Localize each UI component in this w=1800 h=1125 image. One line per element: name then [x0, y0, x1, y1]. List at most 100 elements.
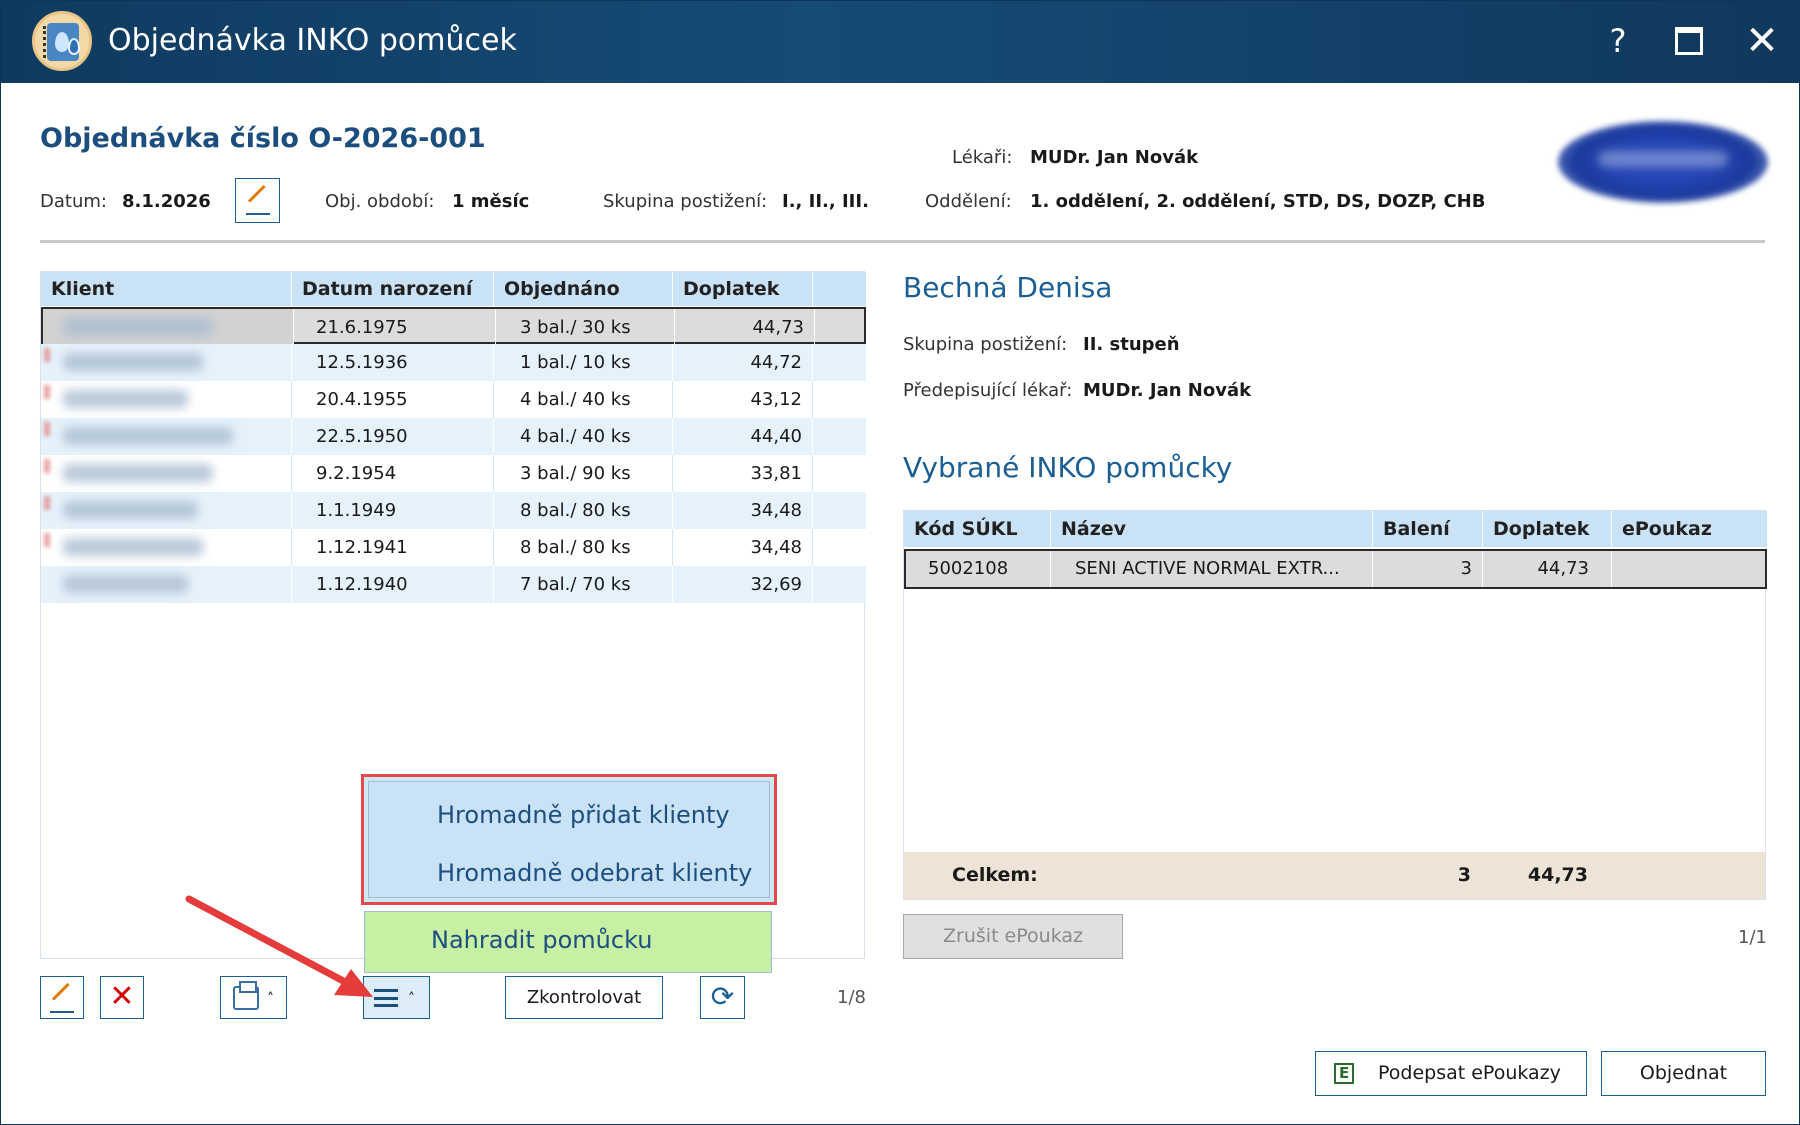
table-row[interactable]: 12.5.1936 1 bal./ 10 ks 44,72 — [41, 344, 866, 381]
column-header-epoukaz[interactable]: ePoukaz — [1612, 511, 1767, 547]
surcharge-cell: 34,48 — [673, 492, 813, 529]
sign-epoukazy-label: Podepsat ePoukazy — [1378, 1062, 1561, 1084]
order-button[interactable]: Objednat — [1601, 1051, 1766, 1096]
client-name-redacted — [43, 309, 294, 346]
period-label: Obj. období: — [325, 191, 435, 212]
column-header-client[interactable]: Klient — [41, 272, 292, 306]
client-name-redacted — [41, 418, 292, 455]
sign-epoukazy-button[interactable]: E Podepsat ePoukazy — [1315, 1051, 1587, 1096]
edit-date-button[interactable] — [235, 178, 280, 223]
refresh-icon: ⟳ — [710, 980, 735, 1013]
clients-pager: 1/8 — [837, 987, 866, 1008]
table-row[interactable]: 5002108 SENI ACTIVE NORMAL EXTR... 3 44,… — [904, 549, 1767, 589]
bulk-actions-menu: Hromadně přidat klienty Hromadně odebrat… — [361, 774, 777, 905]
surcharge-cell: 32,69 — [673, 566, 813, 603]
client-name-heading: Bechná Denisa — [903, 271, 1113, 304]
organization-logo — [1558, 121, 1768, 203]
refresh-button[interactable]: ⟳ — [700, 976, 745, 1019]
ordered-cell: 1 bal./ 10 ks — [494, 344, 673, 381]
cancel-epoukaz-button[interactable]: Zrušit ePoukaz — [903, 914, 1123, 959]
table-row[interactable]: 9.2.1954 3 bal./ 90 ks 33,81 — [41, 455, 866, 492]
doctors-label: Lékaři: — [952, 147, 1013, 168]
client-doctor-label: Předepisující lékař: — [903, 380, 1073, 401]
birth-cell: 21.6.1975 — [294, 309, 496, 346]
order-window: Objednávka INKO pomůcek ? ✕ Objednávka č… — [0, 0, 1800, 1125]
delete-client-button[interactable]: ✕ — [100, 976, 144, 1019]
column-header-ordered[interactable]: Objednáno — [494, 272, 673, 306]
surcharge-cell: 44,40 — [673, 418, 813, 455]
total-surcharge: 44,73 — [1527, 864, 1588, 886]
birth-cell: 20.4.1955 — [292, 381, 494, 418]
client-name-redacted — [41, 566, 292, 603]
order-title: Objednávka číslo O-2026-001 — [40, 123, 486, 154]
birth-cell: 1.1.1949 — [292, 492, 494, 529]
client-name-redacted — [41, 381, 292, 418]
table-row[interactable]: 21.6.1975 3 bal./ 30 ks 44,73 — [41, 307, 866, 346]
ordered-cell: 8 bal./ 80 ks — [494, 492, 673, 529]
client-name-redacted — [41, 344, 292, 381]
table-row[interactable]: 20.4.1955 4 bal./ 40 ks 43,12 — [41, 381, 866, 418]
birth-cell: 22.5.1950 — [292, 418, 494, 455]
column-header-name[interactable]: Název — [1051, 511, 1373, 547]
ordered-cell: 3 bal./ 90 ks — [494, 455, 673, 492]
aids-table: Kód SÚKL Název Balení Doplatek ePoukaz 5… — [903, 510, 1767, 900]
column-header-surcharge[interactable]: Doplatek — [673, 272, 813, 306]
aids-table-header: Kód SÚKL Název Balení Doplatek ePoukaz — [904, 511, 1767, 547]
date-label: Datum: — [40, 191, 107, 212]
surcharge-cell: 43,12 — [673, 381, 813, 418]
birth-cell: 9.2.1954 — [292, 455, 494, 492]
client-name-redacted — [41, 529, 292, 566]
window-title: Objednávka INKO pomůcek — [108, 23, 517, 58]
close-icon[interactable]: ✕ — [1738, 17, 1786, 65]
doctors-value: MUDr. Jan Novák — [1030, 147, 1199, 168]
edit-client-button[interactable] — [40, 976, 84, 1019]
table-row[interactable]: 1.12.1940 7 bal./ 70 ks 32,69 — [41, 566, 866, 603]
client-name-redacted — [41, 455, 292, 492]
maximize-icon[interactable] — [1665, 17, 1713, 65]
epoukaz-icon: E — [1334, 1063, 1355, 1084]
menu-item-add-clients[interactable]: Hromadně přidat klienty — [437, 801, 730, 829]
aid-surcharge-cell: 44,73 — [1483, 551, 1612, 587]
birth-cell: 12.5.1936 — [292, 344, 494, 381]
surcharge-cell: 44,72 — [673, 344, 813, 381]
aids-pager: 1/1 — [1738, 927, 1767, 948]
menu-item-replace-aid-label: Nahradit pomůcku — [431, 926, 653, 954]
check-button[interactable]: Zkontrolovat — [505, 976, 663, 1019]
surcharge-cell: 44,73 — [675, 309, 815, 346]
ordered-cell: 8 bal./ 80 ks — [494, 529, 673, 566]
aids-section-title: Vybrané INKO pomůcky — [903, 451, 1233, 484]
departments-value: 1. oddělení, 2. oddělení, STD, DS, DOZP,… — [1030, 191, 1486, 212]
menu-item-remove-clients[interactable]: Hromadně odebrat klienty — [437, 859, 752, 887]
pencil-icon — [50, 985, 74, 1013]
table-row[interactable]: 22.5.1950 4 bal./ 40 ks 44,40 — [41, 418, 866, 455]
column-header-code[interactable]: Kód SÚKL — [904, 511, 1051, 547]
table-row[interactable]: 1.1.1949 8 bal./ 80 ks 34,48 — [41, 492, 866, 529]
pencil-icon — [246, 187, 270, 215]
ordered-cell: 7 bal./ 70 ks — [494, 566, 673, 603]
client-group-value: II. stupeň — [1083, 334, 1180, 355]
client-group-label: Skupina postižení: — [903, 334, 1068, 355]
total-label: Celkem: — [952, 864, 1038, 886]
title-bar: Objednávka INKO pomůcek ? ✕ — [1, 1, 1800, 83]
table-row[interactable]: 1.12.1941 8 bal./ 80 ks 34,48 — [41, 529, 866, 566]
period-value: 1 měsíc — [452, 191, 530, 212]
help-icon[interactable]: ? — [1594, 17, 1642, 65]
birth-cell: 1.12.1940 — [292, 566, 494, 603]
aid-code-cell: 5002108 — [906, 551, 1051, 587]
column-header-packs[interactable]: Balení — [1373, 511, 1483, 547]
column-header-surcharge[interactable]: Doplatek — [1483, 511, 1612, 547]
aid-name-cell: SENI ACTIVE NORMAL EXTR... — [1051, 551, 1373, 587]
departments-label: Oddělení: — [925, 191, 1012, 212]
client-name-redacted — [41, 492, 292, 529]
menu-item-replace-aid[interactable]: Nahradit pomůcku — [364, 911, 772, 973]
column-header-birth[interactable]: Datum narození — [292, 272, 494, 306]
surcharge-cell: 34,48 — [673, 529, 813, 566]
app-icon — [32, 11, 92, 71]
delete-icon: ✕ — [109, 979, 135, 1014]
birth-cell: 1.12.1941 — [292, 529, 494, 566]
header-divider — [40, 240, 1765, 243]
ordered-cell: 4 bal./ 40 ks — [494, 381, 673, 418]
ordered-cell: 3 bal./ 30 ks — [496, 309, 675, 346]
group-label: Skupina postižení: — [603, 191, 768, 212]
group-value: I., II., III. — [782, 191, 869, 212]
